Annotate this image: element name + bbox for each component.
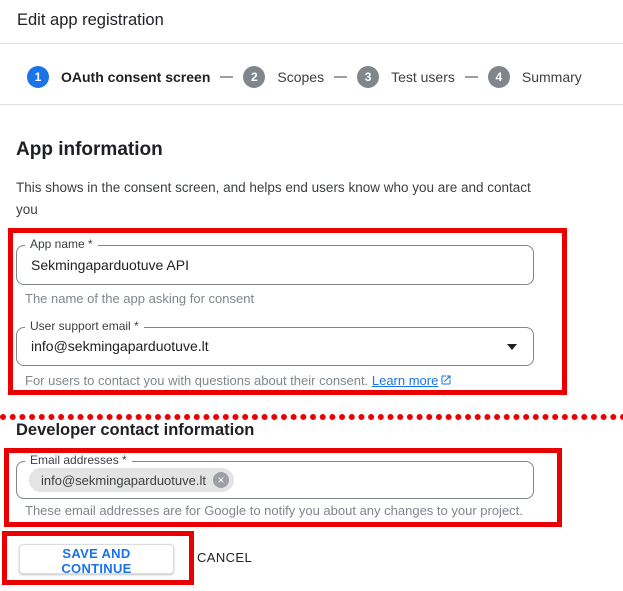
step-2-label: Scopes xyxy=(277,69,324,85)
app-information-description: This shows in the consent screen, and he… xyxy=(16,177,540,221)
app-name-label: App name * xyxy=(25,237,98,252)
learn-more-link[interactable]: Learn more xyxy=(372,373,438,388)
step-separator xyxy=(334,76,347,78)
header-divider xyxy=(0,43,623,44)
user-support-email-label: User support email * xyxy=(25,319,144,334)
step-separator xyxy=(220,76,233,78)
email-addresses-field[interactable]: Email addresses * info@sekmingaparduotuv… xyxy=(16,461,534,499)
developer-contact-heading: Developer contact information xyxy=(16,421,254,440)
cancel-button[interactable]: CANCEL xyxy=(197,550,252,565)
wizard-stepper: 1 OAuth consent screen 2 Scopes 3 Test u… xyxy=(27,66,582,88)
caret-down-icon[interactable] xyxy=(507,344,517,350)
step-2-circle-icon: 2 xyxy=(243,66,265,88)
step-1-circle-icon: 1 xyxy=(27,66,49,88)
page-title: Edit app registration xyxy=(17,11,164,30)
stepper-divider xyxy=(0,104,623,105)
app-name-helper: The name of the app asking for consent xyxy=(25,291,254,306)
step-scopes[interactable]: 2 Scopes xyxy=(243,66,324,88)
step-4-circle-icon: 4 xyxy=(488,66,510,88)
email-chip-text: info@sekmingaparduotuve.lt xyxy=(41,473,206,488)
app-information-heading: App information xyxy=(16,139,163,161)
remove-circle-icon[interactable]: × xyxy=(213,472,229,488)
email-chip: info@sekmingaparduotuve.lt × xyxy=(29,468,234,492)
email-addresses-helper: These email addresses are for Google to … xyxy=(25,503,523,518)
step-4-label: Summary xyxy=(522,69,582,85)
save-and-continue-button[interactable]: SAVE AND CONTINUE xyxy=(19,544,174,574)
step-test-users[interactable]: 3 Test users xyxy=(357,66,455,88)
user-support-email-helper: For users to contact you with questions … xyxy=(25,373,452,388)
edit-app-registration-page: Edit app registration 1 OAuth consent sc… xyxy=(0,0,623,591)
email-addresses-label: Email addresses * xyxy=(25,453,132,468)
step-3-label: Test users xyxy=(391,69,455,85)
step-oauth-consent-screen[interactable]: 1 OAuth consent screen xyxy=(27,66,210,88)
user-support-email-field[interactable]: User support email * info@sekmingaparduo… xyxy=(16,327,534,366)
user-support-email-helper-text: For users to contact you with questions … xyxy=(25,373,372,388)
step-summary[interactable]: 4 Summary xyxy=(488,66,582,88)
red-dotted-separator-annotation xyxy=(0,413,623,421)
open-in-new-icon xyxy=(440,374,452,386)
step-1-label: OAuth consent screen xyxy=(61,69,210,85)
step-separator xyxy=(465,76,478,78)
step-3-circle-icon: 3 xyxy=(357,66,379,88)
app-name-field: App name * xyxy=(16,245,534,285)
